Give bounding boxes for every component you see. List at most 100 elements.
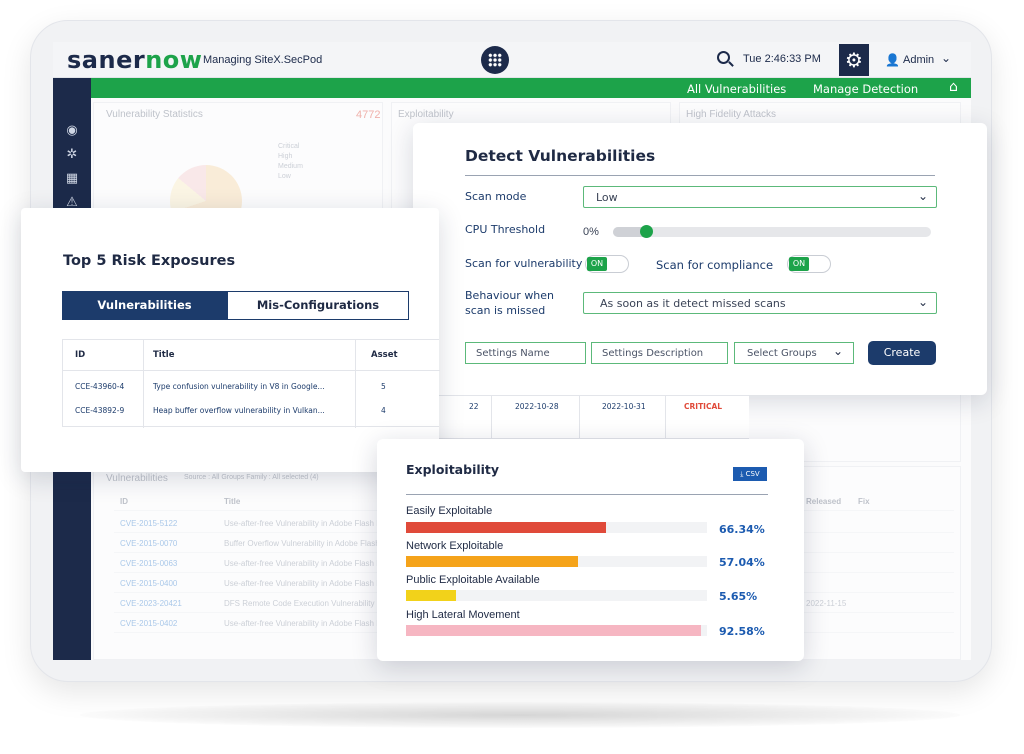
bar-track xyxy=(406,625,707,636)
row-title: DFS Remote Code Execution Vulnerability … xyxy=(224,599,392,608)
row-id: CVE-2015-0063 xyxy=(120,559,178,568)
bar-fill-easily-exploitable xyxy=(406,522,606,533)
legend-high: High xyxy=(278,153,293,160)
row-title: Use-after-free Vulnerability in Adobe Fl… xyxy=(224,519,388,528)
risk-row-title[interactable]: Heap buffer overflow vulnerability in Vu… xyxy=(153,406,325,415)
row-title: Use-after-free Vulnerability in Adobe Fl… xyxy=(224,559,388,568)
divider xyxy=(406,494,768,495)
row-count: 22 xyxy=(469,402,479,411)
bar-value-public-exploitable: 5.65% xyxy=(719,590,758,603)
search-icon[interactable] xyxy=(717,51,730,64)
stats-title: Vulnerability Statistics xyxy=(106,109,203,120)
row-id: CVE-2015-0070 xyxy=(120,539,178,548)
chevron-down-icon: ⌄ xyxy=(917,189,928,203)
settings-description-placeholder: Settings Description xyxy=(602,348,704,359)
scan-compliance-label: Scan for compliance xyxy=(656,258,774,272)
divider xyxy=(143,340,144,428)
report-icon[interactable]: ▦ xyxy=(63,170,81,188)
risk-row-asset: 5 xyxy=(381,382,386,391)
hfa-title: High Fidelity Attacks xyxy=(686,109,777,120)
row-title: Use-after-free Vulnerability in Adobe Fl… xyxy=(224,619,388,628)
bar-track xyxy=(406,590,707,601)
settings-icon[interactable]: ✲ xyxy=(63,146,81,164)
risk-row-id[interactable]: CCE-43892-9 xyxy=(75,406,124,415)
cpu-threshold-label: CPU Threshold xyxy=(465,223,546,236)
bar-label-public-exploitable: Public Exploitable Available xyxy=(406,574,540,586)
severity-badge: CRITICAL xyxy=(684,402,723,411)
top-bar: sanernow Managing SiteX.SecPod Tue 2:46:… xyxy=(53,42,971,78)
admin-user-menu[interactable]: Admin xyxy=(903,54,934,66)
eye-icon[interactable]: ◉ xyxy=(63,122,81,140)
col-title: Title xyxy=(153,350,175,360)
app-grid-button[interactable] xyxy=(481,46,509,74)
cpu-threshold-value: 0% xyxy=(583,226,599,238)
col-id: ID xyxy=(75,350,86,360)
risk-row-id[interactable]: CCE-43960-4 xyxy=(75,382,124,391)
settings-description-input[interactable]: Settings Description xyxy=(591,342,728,364)
bar-fill-public-exploitable xyxy=(406,590,457,601)
bar-label-network-exploitable: Network Exploitable xyxy=(406,540,504,552)
bar-fill-high-lateral-movement xyxy=(406,625,701,636)
bar-fill-network-exploitable xyxy=(406,556,578,567)
row-date-second: 2022-10-31 xyxy=(602,402,646,411)
legend-critical: Critical xyxy=(278,143,300,150)
bar-track xyxy=(406,522,707,533)
gear-icon[interactable]: ⚙ xyxy=(839,44,869,76)
logo-text-dark: saner xyxy=(67,46,146,74)
divider xyxy=(465,175,935,176)
behaviour-select[interactable]: As soon as it detect missed scans ⌄ xyxy=(583,292,937,314)
cpu-threshold-slider[interactable] xyxy=(613,227,931,237)
top5-title: Top 5 Risk Exposures xyxy=(63,253,236,269)
chevron-down-icon[interactable]: ⌄ xyxy=(941,51,951,65)
row-title: Buffer Overflow Vulnerability in Adobe F… xyxy=(224,539,388,548)
nav-all-vulnerabilities[interactable]: All Vulnerabilities xyxy=(687,82,786,96)
top5-risk-exposures-card: Top 5 Risk Exposures Vulnerabilities Mis… xyxy=(21,208,440,472)
risk-row-title[interactable]: Type confusion vulnerability in V8 in Go… xyxy=(153,382,325,391)
row-date-first: 2022-10-28 xyxy=(515,402,559,411)
scan-vulnerability-toggle[interactable]: ON xyxy=(585,255,629,273)
divider xyxy=(63,370,440,371)
managing-site-label[interactable]: Managing SiteX.SecPod xyxy=(203,54,322,66)
csv-download-button[interactable]: ⤓ CSV xyxy=(733,467,767,481)
grid-icon xyxy=(488,53,502,67)
divider xyxy=(579,396,580,440)
bar-label-easily-exploitable: Easily Exploitable xyxy=(406,505,493,517)
user-icon: 👤 xyxy=(885,53,900,67)
col-fix: Fix xyxy=(858,497,870,506)
cpu-slider-handle[interactable] xyxy=(640,225,653,238)
behaviour-label-line1: Behaviour when xyxy=(465,289,555,302)
row-released: 2022-11-15 xyxy=(806,599,847,608)
divider xyxy=(355,340,356,428)
settings-name-input[interactable]: Settings Name xyxy=(465,342,586,364)
row-title: Use-after-free Vulnerability in Adobe Fl… xyxy=(224,579,388,588)
select-groups-placeholder: Select Groups xyxy=(747,348,817,359)
home-icon[interactable]: ⌂ xyxy=(949,79,958,95)
select-groups-dropdown[interactable]: Select Groups ⌄ xyxy=(734,342,854,364)
risk-row-asset: 4 xyxy=(381,406,386,415)
sanernow-logo[interactable]: sanernow xyxy=(67,46,202,74)
csv-label: CSV xyxy=(745,470,760,478)
list-title: Vulnerabilities xyxy=(106,473,168,484)
nav-manage-detection[interactable]: Manage Detection xyxy=(813,82,918,96)
tab-vulnerabilities[interactable]: Vulnerabilities xyxy=(62,291,227,320)
create-button[interactable]: Create xyxy=(868,341,936,365)
bg-exploitability-title: Exploitability xyxy=(398,109,454,120)
settings-name-placeholder: Settings Name xyxy=(476,348,550,359)
bar-value-high-lateral-movement: 92.58% xyxy=(719,625,765,638)
bar-label-high-lateral-movement: High Lateral Movement xyxy=(406,609,520,621)
chevron-down-icon: ⌄ xyxy=(917,295,928,309)
toggle-on-label: ON xyxy=(587,257,607,271)
row-id: CVE-2015-0402 xyxy=(120,619,178,628)
risk-table-extension: 22 2022-10-28 2022-10-31 CRITICAL xyxy=(439,395,749,440)
scan-compliance-toggle[interactable]: ON xyxy=(787,255,831,273)
behaviour-label-line2: scan is missed xyxy=(465,304,546,317)
legend-low: Low xyxy=(278,173,291,180)
detect-vulnerabilities-card: Detect Vulnerabilities Scan mode Low ⌄ C… xyxy=(413,123,987,395)
scan-mode-select[interactable]: Low ⌄ xyxy=(583,186,937,208)
clock-time: Tue 2:46:33 PM xyxy=(743,53,821,65)
row-id: CVE-2015-5122 xyxy=(120,519,178,528)
tab-mis-configurations[interactable]: Mis-Configurations xyxy=(227,291,409,320)
risk-table: ID Title Asset CCE-43960-4 Type confusio… xyxy=(62,339,440,428)
scan-mode-label: Scan mode xyxy=(465,190,527,203)
logo-text-green: now xyxy=(145,46,203,74)
